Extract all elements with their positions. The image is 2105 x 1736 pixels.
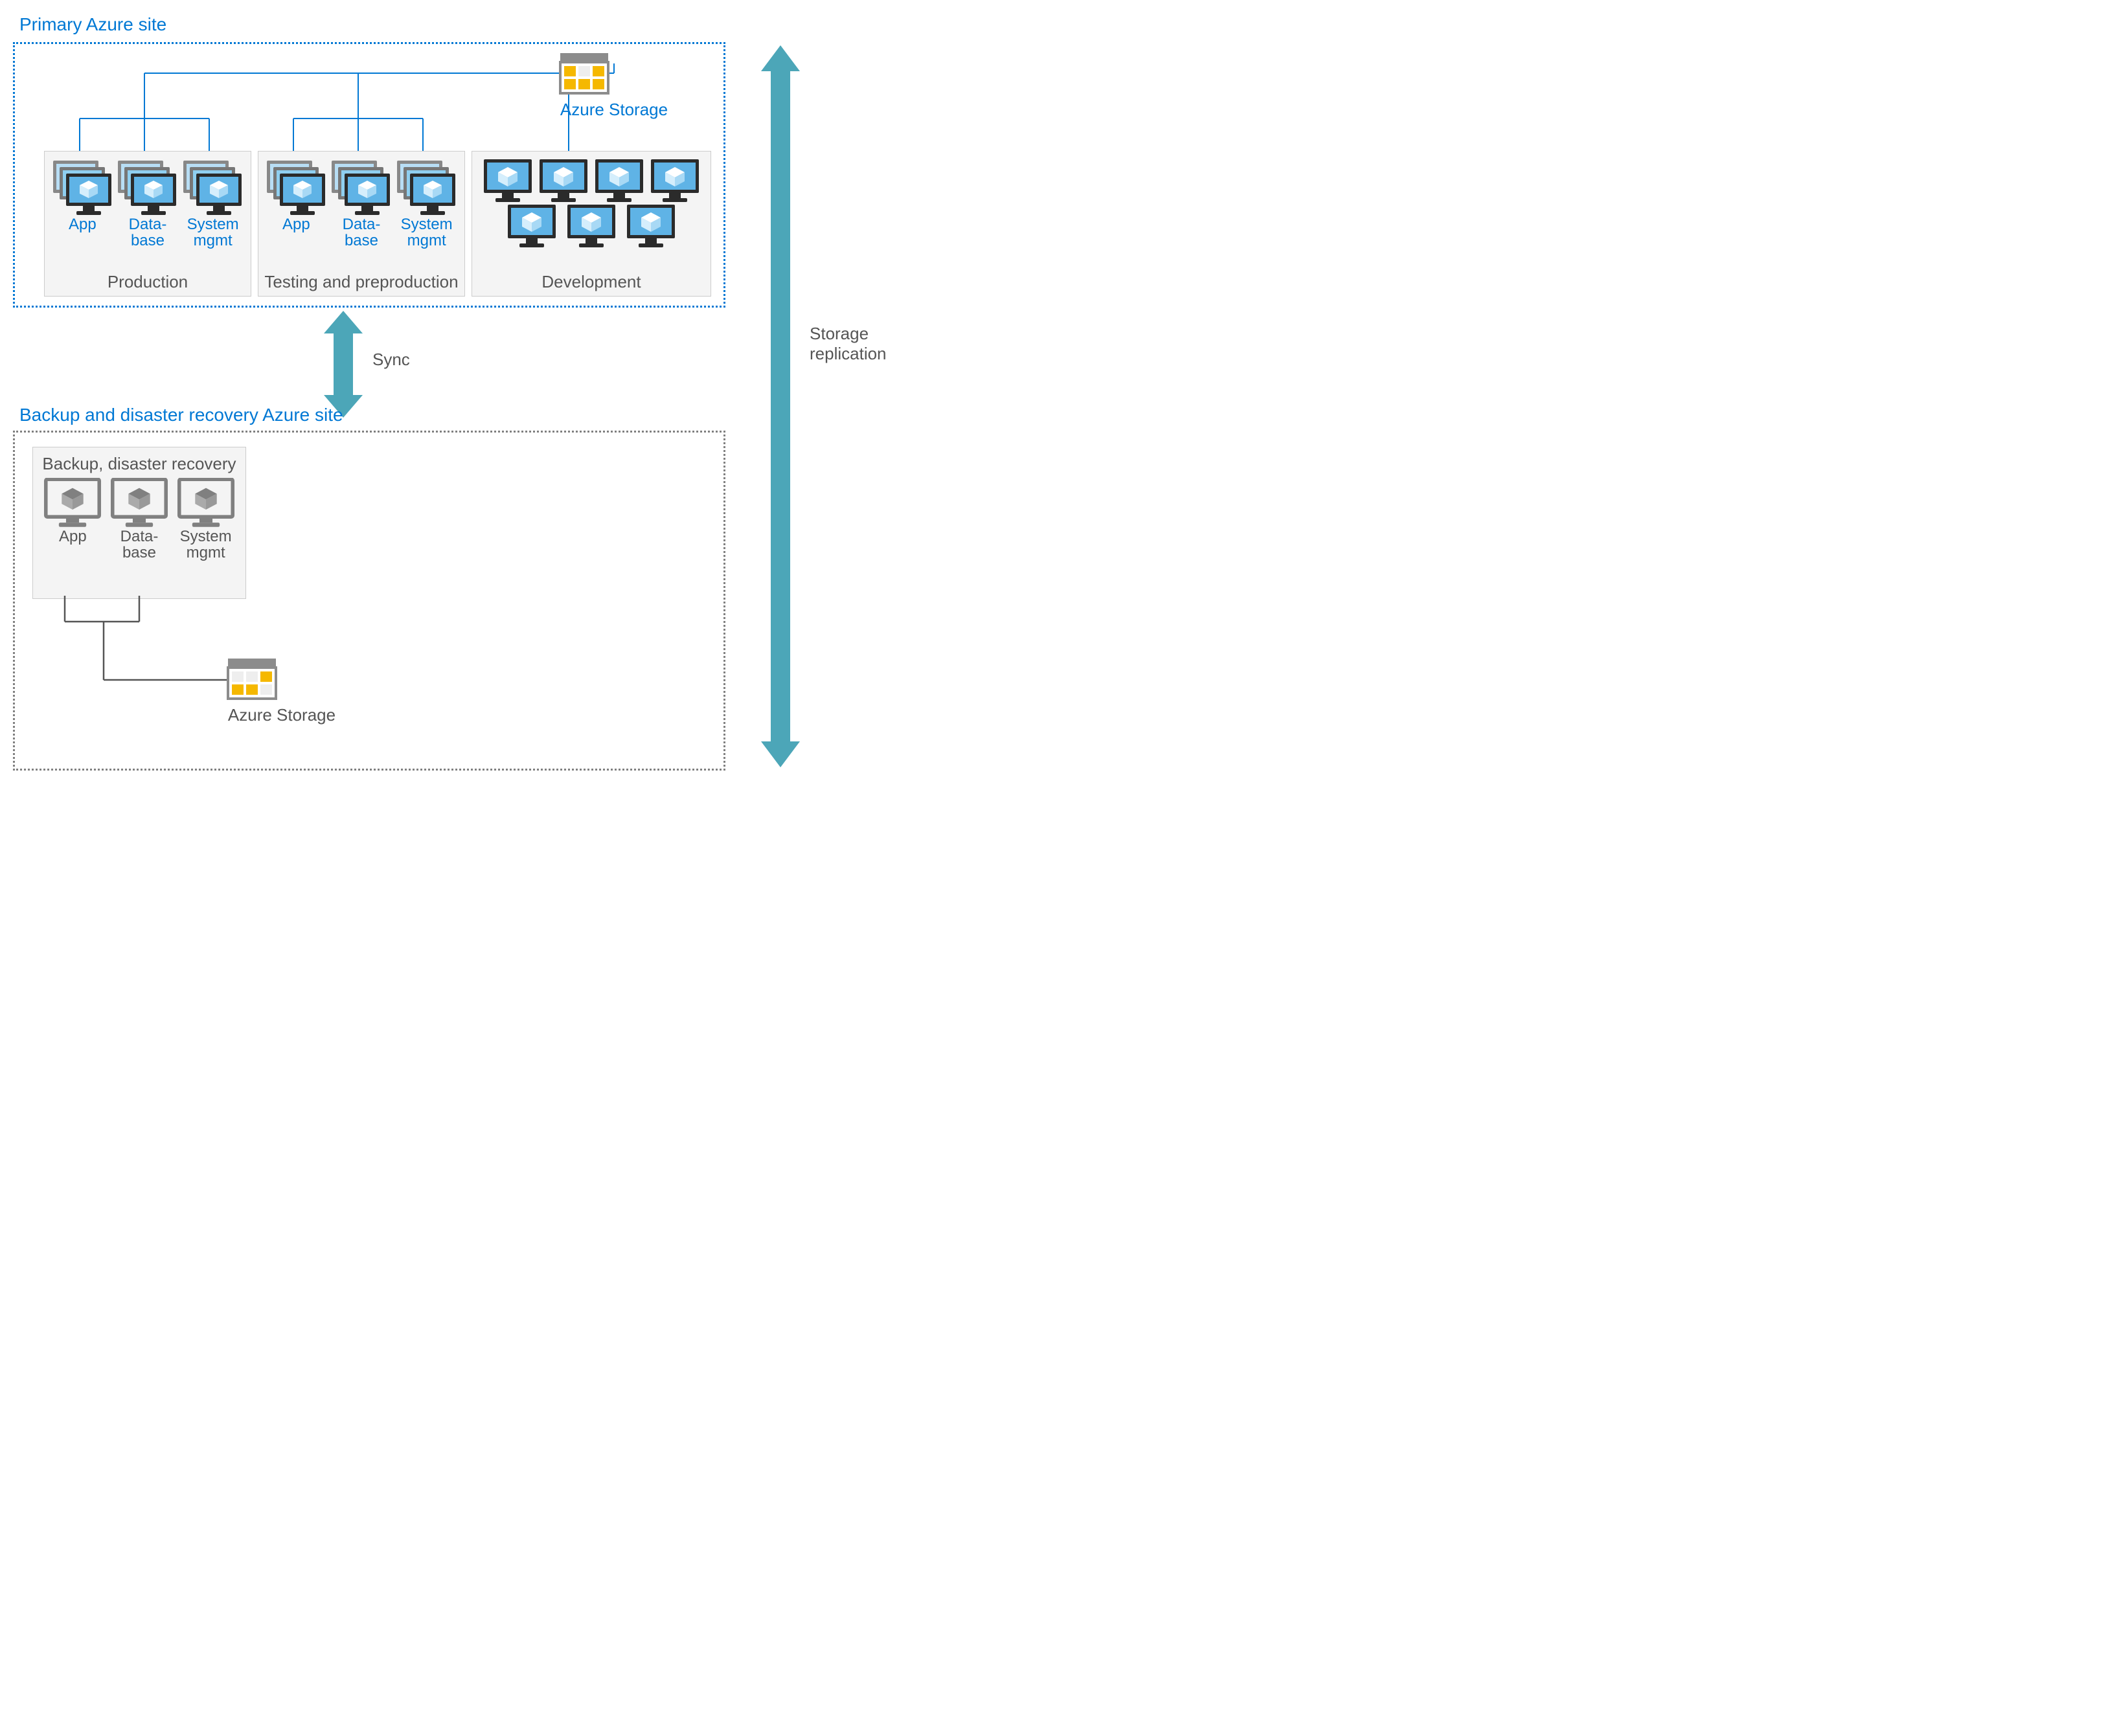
vm-icon-gray	[110, 478, 168, 528]
vm-sys-label: System mgmt	[396, 216, 457, 249]
vm-icon-gray	[43, 478, 102, 528]
primary-site-box: Azure Storage App Data- base	[13, 42, 725, 308]
azure-storage-backup: Azure Storage	[227, 657, 337, 725]
backup-site-box: Backup and disaster recovery Azure site …	[13, 405, 725, 771]
vm-icon-gray	[177, 478, 235, 528]
vm-db-label: Data- base	[117, 216, 178, 249]
vm-icon	[626, 203, 676, 249]
vm-stack-icon	[266, 159, 327, 216]
vm-icon	[566, 203, 617, 249]
vm-icon	[506, 203, 557, 249]
production-group: App Data- base System mgmt Production	[44, 151, 251, 297]
storage-replication-arrow-icon	[761, 45, 800, 767]
vm-stack-icon	[182, 159, 244, 216]
testing-group: App Data- base System mgmt Testing and p…	[258, 151, 465, 297]
vm-sys-label: System mgmt	[177, 528, 235, 561]
azure-storage-backup-label: Azure Storage	[227, 705, 337, 725]
vm-icon	[650, 158, 700, 203]
backup-site-title: Backup and disaster recovery Azure site	[19, 405, 343, 425]
vm-app-label: App	[52, 216, 113, 232]
vm-icon	[483, 158, 533, 203]
development-title: Development	[472, 272, 711, 292]
azure-storage-primary-label: Azure Storage	[559, 100, 669, 120]
storage-replication-label: Storage replication	[810, 324, 887, 364]
sync-label: Sync	[372, 350, 410, 370]
vm-stack-icon	[117, 159, 178, 216]
vm-stack-icon	[52, 159, 113, 216]
vm-app-label: App	[266, 216, 327, 232]
sync-arrow-icon	[324, 311, 363, 418]
vm-sys-label: System mgmt	[182, 216, 244, 249]
primary-site-title: Primary Azure site	[19, 14, 166, 35]
azure-storage-primary: Azure Storage	[559, 52, 669, 120]
storage-icon	[559, 52, 609, 96]
vm-db-label: Data- base	[110, 528, 168, 561]
vm-icon	[594, 158, 644, 203]
testing-title: Testing and preproduction	[258, 272, 464, 292]
development-group: Development	[472, 151, 711, 297]
vm-stack-icon	[396, 159, 457, 216]
backup-group-title: Backup, disaster recovery	[33, 447, 245, 478]
storage-icon	[227, 657, 277, 701]
production-title: Production	[45, 272, 251, 292]
vm-db-label: Data- base	[330, 216, 392, 249]
vm-icon	[538, 158, 589, 203]
vm-stack-icon	[330, 159, 392, 216]
vm-app-label: App	[43, 528, 102, 545]
backup-group: Backup, disaster recovery App Data- base…	[32, 447, 246, 599]
